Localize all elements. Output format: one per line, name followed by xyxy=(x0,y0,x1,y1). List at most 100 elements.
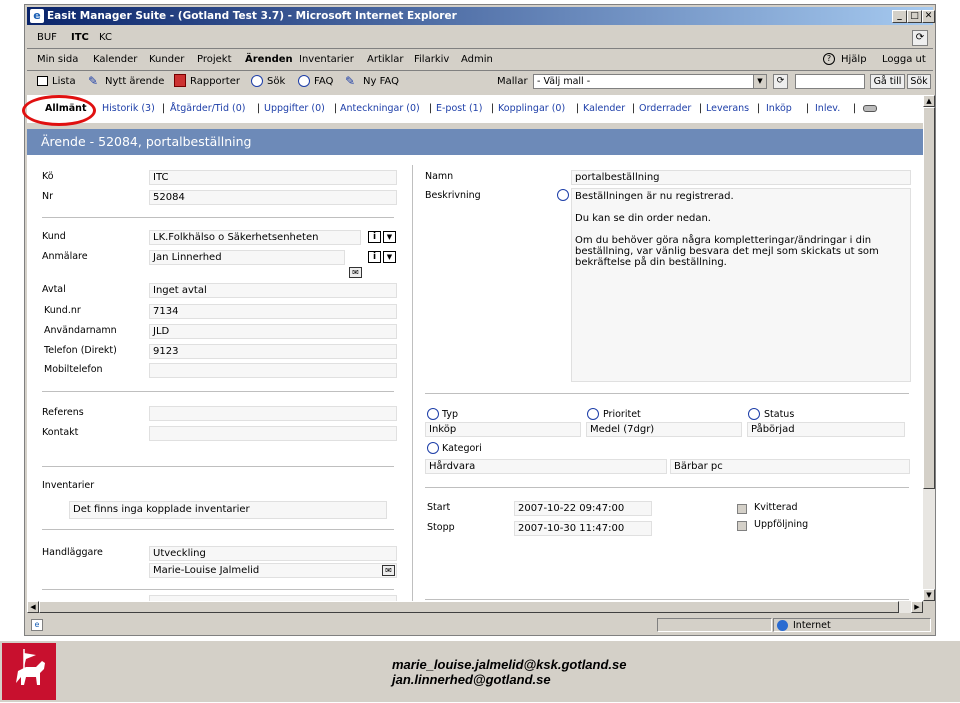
contact-field[interactable] xyxy=(149,426,397,441)
faq-button[interactable]: FAQ xyxy=(314,76,333,87)
handler-group-field[interactable]: Utveckling xyxy=(149,546,397,561)
type-field[interactable]: Inköp xyxy=(425,422,581,437)
tab-uppgifter[interactable]: Uppgifter (0) xyxy=(264,103,325,114)
subcategory-field[interactable]: Bärbar pc xyxy=(670,459,910,474)
list-button[interactable]: Lista xyxy=(52,76,76,87)
faq-icon xyxy=(298,75,310,87)
category-icon[interactable] xyxy=(427,442,439,454)
scroll-up-icon[interactable]: ▲ xyxy=(923,95,935,107)
reporter-field[interactable]: Jan Linnerhed xyxy=(149,250,345,265)
customer-label: Kund xyxy=(42,231,66,242)
tab-leverans[interactable]: Leverans xyxy=(706,103,749,114)
stop-field[interactable]: 2007-10-30 11:47:00 xyxy=(514,521,652,536)
horizontal-scrollbar[interactable]: ◀ ▶ xyxy=(27,601,923,613)
description-line: Beställningen är nu registrerad. xyxy=(575,191,734,202)
tab-epost[interactable]: E-post (1) xyxy=(436,103,482,114)
mail-icon[interactable]: ✉ xyxy=(349,267,362,278)
info-icon[interactable]: i xyxy=(368,251,381,263)
queue-label: Kö xyxy=(42,171,54,182)
mail-icon[interactable]: ✉ xyxy=(382,565,395,576)
menu-arenden[interactable]: Ärenden xyxy=(245,54,293,65)
chevron-down-icon[interactable]: ▼ xyxy=(383,251,396,263)
tab-atgarder[interactable]: Åtgärder/Tid (0) xyxy=(170,103,245,114)
username-field[interactable]: JLD xyxy=(149,324,397,339)
tab-orderrader[interactable]: Orderrader xyxy=(639,103,691,114)
name-field[interactable]: portalbeställning xyxy=(571,170,911,185)
chevron-down-icon[interactable]: ▼ xyxy=(753,75,766,88)
new-case-button[interactable]: Nytt ärende xyxy=(105,76,164,87)
scroll-left-icon[interactable]: ◀ xyxy=(27,601,39,613)
new-faq-button[interactable]: Ny FAQ xyxy=(363,76,399,87)
menu-projekt[interactable]: Projekt xyxy=(197,54,232,65)
help-icon[interactable]: ? xyxy=(823,53,835,65)
scroll-right-icon[interactable]: ▶ xyxy=(911,601,923,613)
category-label: Kategori xyxy=(442,443,482,454)
description-field[interactable]: Beställningen är nu registrerad. Du kan … xyxy=(571,188,911,382)
priority-label: Prioritet xyxy=(603,409,641,420)
menu-artiklar[interactable]: Artiklar xyxy=(367,54,403,65)
status-field[interactable]: Påbörjad xyxy=(747,422,905,437)
refresh-icon[interactable]: ⟳ xyxy=(912,30,928,46)
email-marie-louise: marie_louise.jalmelid@ksk.gotland.se xyxy=(392,657,627,672)
hscroll-thumb[interactable] xyxy=(39,601,899,613)
agreement-field[interactable]: Inget avtal xyxy=(149,283,397,298)
chevron-down-icon[interactable]: ▼ xyxy=(383,231,396,243)
queue-field[interactable]: ITC xyxy=(149,170,397,185)
goto-button[interactable]: Gå till xyxy=(870,74,905,89)
topnav-buf[interactable]: BUF xyxy=(37,32,57,43)
custnr-field[interactable]: 7134 xyxy=(149,304,397,319)
menu-inventarier[interactable]: Inventarier xyxy=(299,54,354,65)
handler-name-field[interactable]: Marie-Louise Jalmelid xyxy=(149,563,397,578)
followup-checkbox[interactable] xyxy=(737,521,747,531)
vertical-scrollbar[interactable]: ▲ ▼ xyxy=(923,95,935,601)
search-go-button[interactable]: Sök xyxy=(907,74,931,89)
minimize-button[interactable]: _ xyxy=(892,10,907,23)
tab-inkop[interactable]: Inköp xyxy=(766,103,792,114)
status-icon[interactable] xyxy=(748,408,760,420)
globe-icon xyxy=(777,620,788,631)
print-icon[interactable] xyxy=(863,105,877,112)
name-label: Namn xyxy=(425,171,454,182)
priority-icon[interactable] xyxy=(587,408,599,420)
title-bar: e Easit Manager Suite - (Gotland Test 3.… xyxy=(27,7,935,25)
tab-historik[interactable]: Historik (3) xyxy=(102,103,155,114)
reference-field[interactable] xyxy=(149,406,397,421)
description-zoom-icon[interactable] xyxy=(557,189,569,201)
phone-field[interactable]: 9123 xyxy=(149,344,397,359)
confirmed-checkbox[interactable] xyxy=(737,504,747,514)
menu-min-sida[interactable]: Min sida xyxy=(37,54,78,65)
info-icon[interactable]: i xyxy=(368,231,381,243)
topnav-kc[interactable]: KC xyxy=(99,32,112,43)
maximize-button[interactable]: □ xyxy=(907,10,922,23)
close-button[interactable]: ✕ xyxy=(922,10,935,23)
menu-filarkiv[interactable]: Filarkiv xyxy=(414,54,449,65)
mobile-field[interactable] xyxy=(149,363,397,378)
page-icon: e xyxy=(31,619,43,631)
tab-anteckningar[interactable]: Anteckningar (0) xyxy=(340,103,420,114)
scroll-thumb[interactable] xyxy=(923,107,935,489)
scroll-down-icon[interactable]: ▼ xyxy=(923,589,935,601)
stop-label: Stopp xyxy=(427,522,455,533)
template-select[interactable]: - Välj mall - ▼ xyxy=(533,74,767,89)
topnav-itc[interactable]: ITC xyxy=(71,32,89,43)
tab-inlev[interactable]: Inlev. xyxy=(815,103,840,114)
logout-link[interactable]: Logga ut xyxy=(882,54,926,65)
window-title: Easit Manager Suite - (Gotland Test 3.7)… xyxy=(47,10,457,22)
type-icon[interactable] xyxy=(427,408,439,420)
start-field[interactable]: 2007-10-22 09:47:00 xyxy=(514,501,652,516)
category-field[interactable]: Hårdvara xyxy=(425,459,667,474)
template-select-value: - Välj mall - xyxy=(537,76,591,87)
menu-admin[interactable]: Admin xyxy=(461,54,493,65)
menu-kalender[interactable]: Kalender xyxy=(93,54,137,65)
menu-kunder[interactable]: Kunder xyxy=(149,54,184,65)
priority-field[interactable]: Medel (7dgr) xyxy=(586,422,742,437)
reports-button[interactable]: Rapporter xyxy=(190,76,240,87)
help-link[interactable]: Hjälp xyxy=(841,54,867,65)
goto-input[interactable] xyxy=(795,74,865,89)
tab-kopplingar[interactable]: Kopplingar (0) xyxy=(498,103,565,114)
description-line: bekräftelse på din beställning. xyxy=(575,257,727,268)
template-refresh-icon[interactable]: ⟳ xyxy=(773,74,788,89)
search-button[interactable]: Sök xyxy=(267,76,285,87)
customer-field[interactable]: LK.Folkhälso o Säkerhetsenheten xyxy=(149,230,361,245)
tab-kalender[interactable]: Kalender xyxy=(583,103,625,114)
